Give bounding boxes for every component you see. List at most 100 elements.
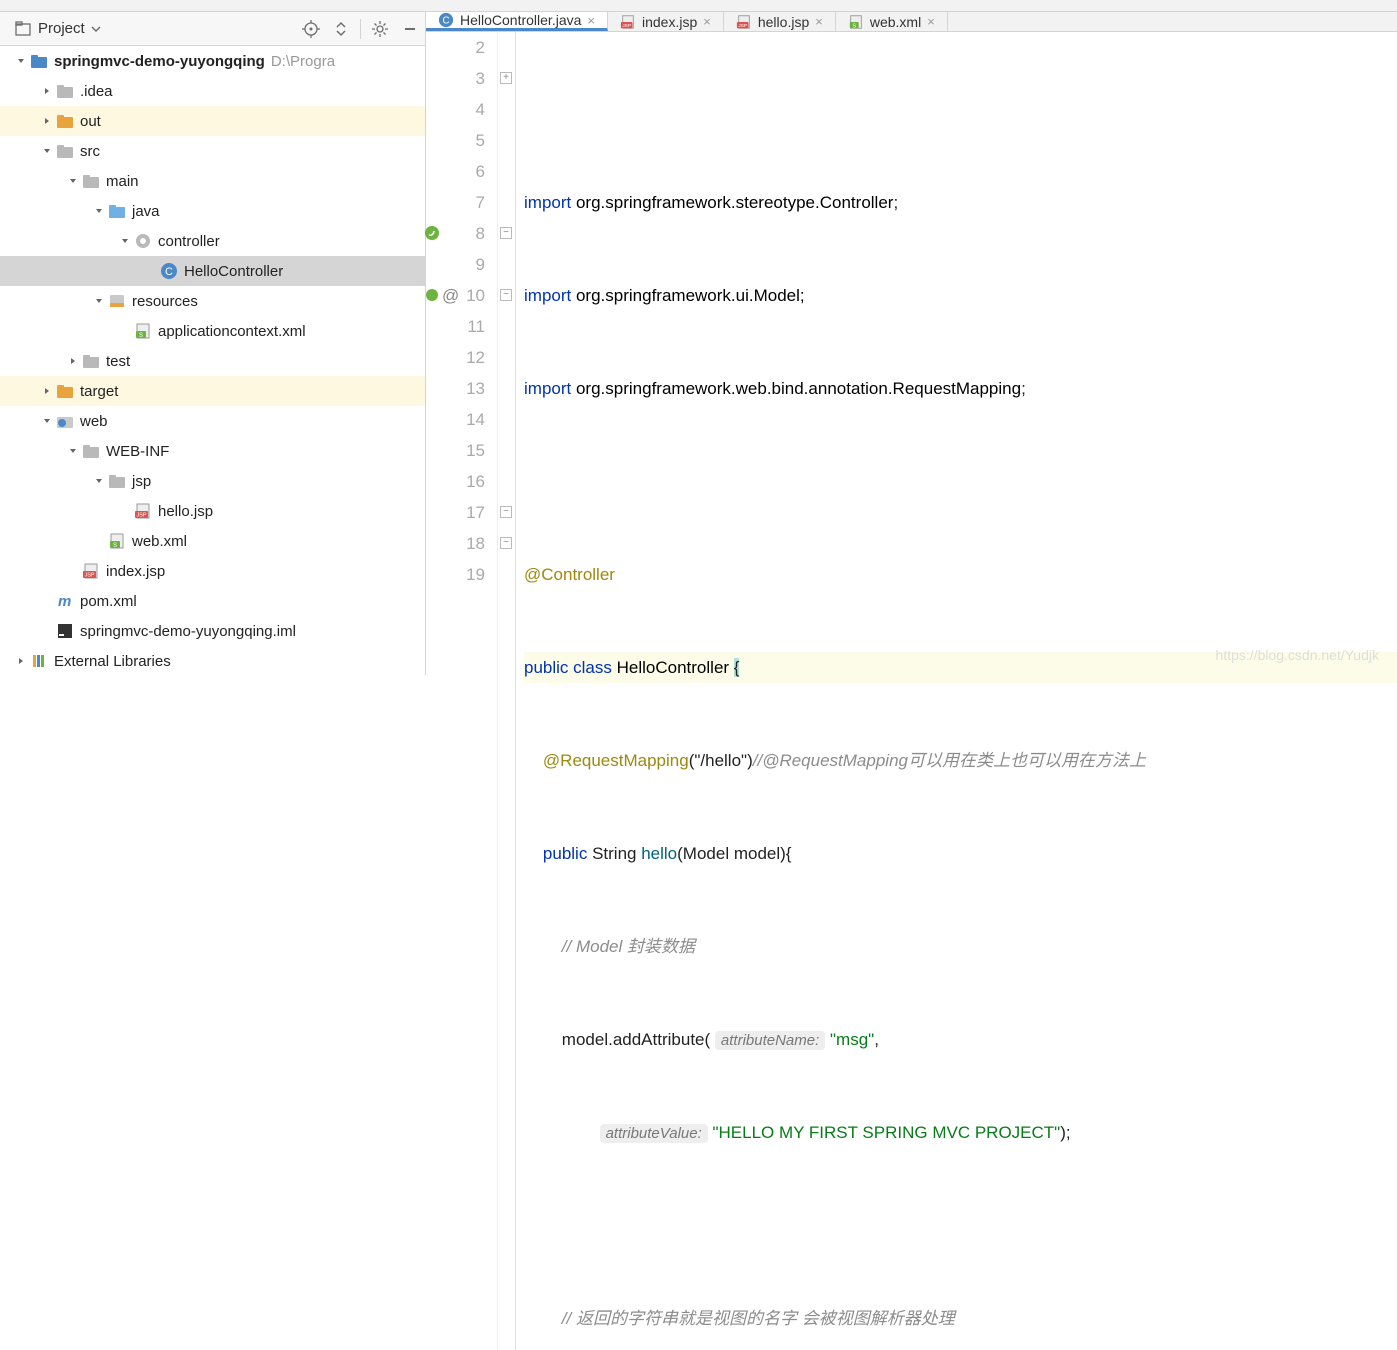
- line-number: 16: [426, 466, 485, 497]
- tree-item-springmvc-demo-yuyongqing-iml[interactable]: springmvc-demo-yuyongqing.iml: [0, 616, 425, 646]
- project-header: Project: [0, 12, 425, 46]
- tree-item-test[interactable]: test: [0, 346, 425, 376]
- tree-item-pom-xml[interactable]: m pom.xml: [0, 586, 425, 616]
- folder-o-icon: [56, 382, 74, 400]
- tree-label: applicationcontext.xml: [158, 323, 306, 340]
- svg-text:JSP: JSP: [136, 513, 146, 519]
- tree-item-external-libraries[interactable]: External Libraries: [0, 646, 425, 675]
- spring-bean-icon[interactable]: [422, 223, 442, 243]
- fold-toggle[interactable]: −: [500, 289, 512, 301]
- tree-item-java[interactable]: java: [0, 196, 425, 226]
- tree-label: pom.xml: [80, 593, 137, 610]
- tree-item-index-jsp[interactable]: JSPindex.jsp: [0, 556, 425, 586]
- project-view-selector[interactable]: Project: [0, 20, 101, 38]
- tree-arrow-icon[interactable]: [40, 594, 54, 608]
- fold-toggle[interactable]: −: [500, 537, 512, 549]
- locate-file-button[interactable]: [296, 14, 326, 44]
- tree-item-hellocontroller[interactable]: CHelloController: [0, 256, 425, 286]
- tree-arrow-icon[interactable]: [92, 474, 106, 488]
- tree-label: target: [80, 383, 118, 400]
- tree-arrow-icon[interactable]: [40, 84, 54, 98]
- tree-arrow-icon[interactable]: [14, 54, 28, 68]
- tab-label: HelloController.java: [460, 12, 581, 28]
- settings-button[interactable]: [365, 14, 395, 44]
- tab-label: index.jsp: [642, 14, 697, 30]
- tree-item-hello-jsp[interactable]: JSPhello.jsp: [0, 496, 425, 526]
- tree-arrow-icon[interactable]: [144, 264, 158, 278]
- tree-arrow-icon[interactable]: [40, 624, 54, 638]
- tree-item-applicationcontext-xml[interactable]: Sapplicationcontext.xml: [0, 316, 425, 346]
- svg-text:JSP: JSP: [622, 22, 631, 28]
- tab-hellocontroller-java[interactable]: C HelloController.java ×: [426, 12, 608, 31]
- tree-item-web-inf[interactable]: WEB-INF: [0, 436, 425, 466]
- svg-text:JSP: JSP: [738, 22, 747, 28]
- jsp-icon: JSP: [736, 14, 752, 30]
- tree-item-main[interactable]: main: [0, 166, 425, 196]
- tree-item--idea[interactable]: .idea: [0, 76, 425, 106]
- tree-item-out[interactable]: out: [0, 106, 425, 136]
- tree-item-target[interactable]: target: [0, 376, 425, 406]
- tree-item-springmvc-demo-yuyongqing[interactable]: springmvc-demo-yuyongqingD:\Progra: [0, 46, 425, 76]
- tree-arrow-icon[interactable]: [118, 504, 132, 518]
- line-number: 11: [426, 311, 485, 342]
- tree-arrow-icon[interactable]: [92, 294, 106, 308]
- m-icon: m: [56, 592, 74, 610]
- tree-arrow-icon[interactable]: [118, 324, 132, 338]
- expand-all-button[interactable]: [326, 14, 356, 44]
- tree-arrow-icon[interactable]: [118, 234, 132, 248]
- project-panel: Project springmvc-demo-yuyongqingD:\Prog…: [0, 12, 426, 675]
- close-icon[interactable]: ×: [587, 13, 595, 28]
- project-tree[interactable]: springmvc-demo-yuyongqingD:\Progra .idea o…: [0, 46, 425, 675]
- tree-suffix: D:\Progra: [271, 53, 335, 70]
- hide-button[interactable]: [395, 14, 425, 44]
- tree-arrow-icon[interactable]: [92, 534, 106, 548]
- tree-item-web-xml[interactable]: Sweb.xml: [0, 526, 425, 556]
- editor-tabs: CHelloController.java×JSPindex.jsp×JSPhe…: [426, 12, 1397, 32]
- tree-arrow-icon[interactable]: [14, 654, 28, 668]
- tab-web-xml[interactable]: Sweb.xml ×: [836, 12, 948, 31]
- tree-label: test: [106, 353, 130, 370]
- tree-arrow-icon[interactable]: [40, 414, 54, 428]
- line-number: 7: [426, 187, 485, 218]
- tab-index-jsp[interactable]: JSP index.jsp ×: [608, 12, 724, 31]
- tree-item-controller[interactable]: controller: [0, 226, 425, 256]
- tab-label: web.xml: [870, 14, 921, 30]
- tree-arrow-icon[interactable]: [40, 384, 54, 398]
- tree-item-jsp[interactable]: jsp: [0, 466, 425, 496]
- folder-icon: [82, 172, 100, 190]
- close-icon[interactable]: ×: [815, 14, 823, 29]
- tree-item-web[interactable]: web: [0, 406, 425, 436]
- tree-item-src[interactable]: src: [0, 136, 425, 166]
- spring-leaf-icon[interactable]: [422, 285, 442, 305]
- tree-arrow-icon[interactable]: [66, 174, 80, 188]
- tree-label: controller: [158, 233, 220, 250]
- code-editor[interactable]: 23456789@0010111213141516171819 +−−−− im…: [426, 32, 1397, 1350]
- line-number: 19: [426, 559, 485, 590]
- close-icon[interactable]: ×: [703, 14, 711, 29]
- class-icon: C: [438, 12, 454, 28]
- xml-s-icon: S: [848, 14, 864, 30]
- tree-arrow-icon[interactable]: [66, 564, 80, 578]
- editor-area: CHelloController.java×JSPindex.jsp×JSPhe…: [426, 12, 1397, 675]
- window-top-strip: [0, 0, 1397, 12]
- tree-arrow-icon[interactable]: [92, 204, 106, 218]
- tree-arrow-icon[interactable]: [40, 144, 54, 158]
- fold-toggle[interactable]: −: [500, 227, 512, 239]
- tree-arrow-icon[interactable]: [66, 354, 80, 368]
- tree-label: .idea: [80, 83, 113, 100]
- tree-arrow-icon[interactable]: [40, 114, 54, 128]
- tab-hello-jsp[interactable]: JSPhello.jsp×: [724, 12, 836, 31]
- fold-column[interactable]: + − − − −: [498, 32, 516, 1350]
- tree-item-resources[interactable]: resources: [0, 286, 425, 316]
- fold-toggle[interactable]: +: [500, 72, 512, 84]
- svg-text:JSP: JSP: [84, 573, 94, 579]
- folder-icon: [56, 82, 74, 100]
- tree-label: main: [106, 173, 139, 190]
- chevron-down-icon: [91, 24, 101, 34]
- tree-arrow-icon[interactable]: [66, 444, 80, 458]
- code-content[interactable]: import org.springframework.stereotype.Co…: [516, 32, 1397, 1350]
- svg-text:S: S: [852, 23, 856, 29]
- fold-toggle[interactable]: −: [500, 506, 512, 518]
- line-number: 14: [426, 404, 485, 435]
- close-icon[interactable]: ×: [927, 14, 935, 29]
